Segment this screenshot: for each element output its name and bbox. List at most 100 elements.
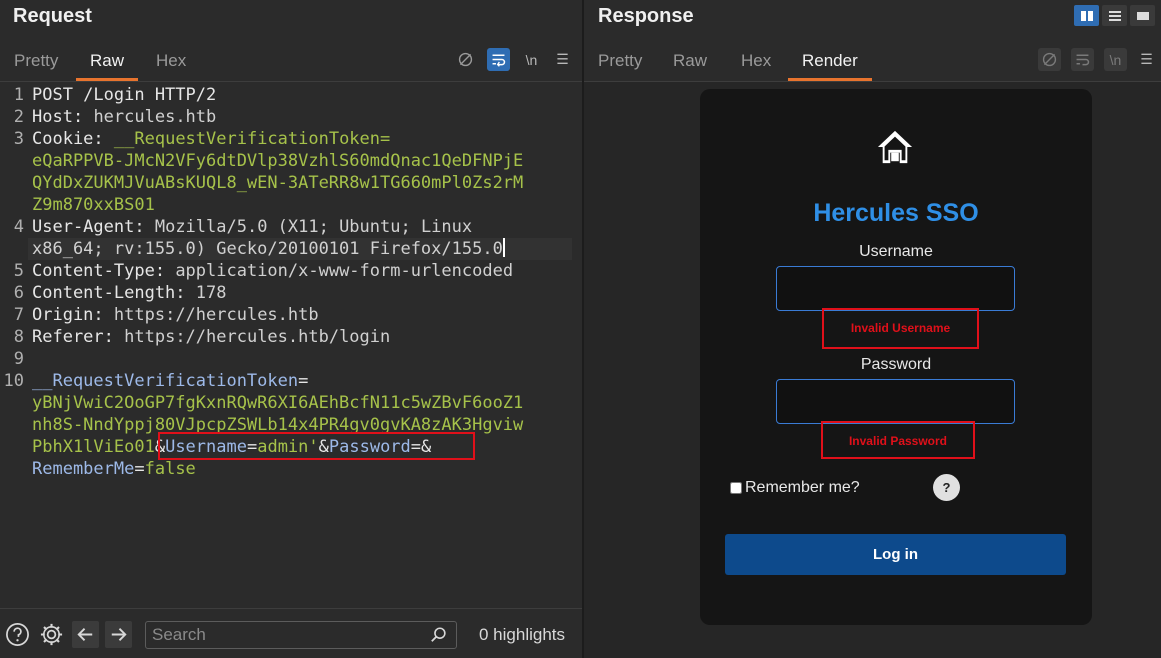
menu-icon[interactable]: ☰ bbox=[1135, 48, 1158, 71]
hide-nonprintable-icon[interactable] bbox=[1038, 48, 1061, 71]
tab-pretty[interactable]: Pretty bbox=[0, 40, 72, 81]
login-button[interactable]: Log in bbox=[725, 534, 1066, 575]
menu-icon[interactable]: ☰ bbox=[551, 48, 574, 71]
tab-raw[interactable]: Raw bbox=[76, 40, 139, 81]
help-tooltip-button[interactable]: ? bbox=[933, 474, 960, 501]
header-value: application/x-www-form-urlencoded bbox=[175, 261, 514, 281]
header-separator: : bbox=[134, 217, 155, 237]
editor-line: 10 __RequestVerificationToken= bbox=[0, 370, 582, 392]
header-name: Host bbox=[32, 107, 73, 127]
editor-line: 8 Referer: https://hercules.htb/login bbox=[0, 326, 582, 348]
settings-gear-icon[interactable] bbox=[38, 621, 65, 648]
param-equals: = bbox=[298, 371, 309, 391]
cookie-value: Z9m870xxBS01 bbox=[32, 195, 155, 215]
param-value: yBNjVwiC2OoGP7fgKxnRQwR6XI6AEhBcfN11c5wZ… bbox=[32, 393, 524, 413]
line-number: 5 bbox=[13, 261, 24, 281]
line-number: 3 bbox=[13, 129, 24, 149]
help-icon[interactable] bbox=[4, 621, 31, 648]
editor-line: 6 Content-Length: 178 bbox=[0, 282, 582, 304]
tab-raw[interactable]: Raw bbox=[659, 40, 721, 81]
highlights-count: 0 highlights bbox=[479, 625, 566, 644]
line-number: 6 bbox=[13, 283, 24, 303]
tab-hex[interactable]: Hex bbox=[727, 40, 785, 81]
editor-line: 1 POST /Login HTTP/2 bbox=[0, 84, 582, 106]
line-number: 10 bbox=[3, 371, 24, 391]
sso-title: Hercules SSO bbox=[813, 199, 979, 227]
raw-request-editor[interactable]: 1 POST /Login HTTP/2 2 Host: hercules.ht… bbox=[0, 82, 582, 608]
line-number: 9 bbox=[13, 349, 24, 369]
cookie-value: eQaRPPVB-JMcN2VFy6dtDVlp38VzhlS60mdQnac1… bbox=[32, 151, 524, 171]
header-name: Content-Type bbox=[32, 261, 155, 281]
layout-switcher bbox=[1074, 5, 1155, 26]
search-input[interactable] bbox=[146, 622, 416, 648]
param-value: PbhX1lViEo01 bbox=[32, 437, 155, 457]
header-separator: : bbox=[72, 107, 94, 127]
layout-side-by-side-icon[interactable] bbox=[1074, 5, 1099, 26]
response-pane: Response Pretty Raw Hex Render \n ☰ Herc… bbox=[584, 0, 1161, 658]
header-value: https://hercules.htb/login bbox=[124, 327, 391, 347]
previous-arrow-icon[interactable] bbox=[72, 621, 99, 648]
header-value: https://hercules.htb bbox=[113, 305, 319, 325]
username-error: Invalid Username bbox=[822, 308, 979, 349]
line-number: 4 bbox=[13, 217, 24, 237]
line-number: 7 bbox=[13, 305, 24, 325]
header-separator: : bbox=[93, 305, 114, 325]
request-line: POST /Login HTTP/2 bbox=[32, 85, 217, 105]
header-name: User-Agent bbox=[32, 217, 135, 237]
header-separator: : bbox=[154, 261, 176, 281]
editor-line: 7 Origin: https://hercules.htb bbox=[0, 304, 582, 326]
text-caret bbox=[502, 238, 505, 257]
editor-line: yBNjVwiC2OoGP7fgKxnRQwR6XI6AEhBcfN11c5wZ… bbox=[0, 392, 582, 414]
header-value: hercules.htb bbox=[93, 107, 217, 127]
password-error: Invalid Password bbox=[821, 421, 975, 459]
show-newlines-button[interactable]: \n bbox=[1104, 48, 1127, 71]
param-equals: = bbox=[134, 459, 145, 479]
header-name: Referer bbox=[32, 327, 104, 347]
response-title: Response bbox=[598, 5, 694, 27]
remember-me-label: Remember me? bbox=[745, 479, 860, 496]
next-arrow-icon[interactable] bbox=[105, 621, 132, 648]
tab-pretty[interactable]: Pretty bbox=[584, 40, 656, 81]
param-value-remember: false bbox=[144, 459, 196, 479]
request-pane: Request Pretty Raw Hex \n ☰ 1 POST /Logi… bbox=[0, 0, 582, 658]
login-card: Hercules SSO Username Invalid Username P… bbox=[700, 89, 1092, 625]
editor-line: 4 User-Agent: Mozilla/5.0 (X11; Ubuntu; … bbox=[0, 216, 582, 238]
home-icon bbox=[877, 130, 913, 164]
tab-render[interactable]: Render bbox=[788, 40, 872, 81]
header-name: Origin bbox=[32, 305, 94, 325]
cookie-name: __RequestVerificationToken= bbox=[113, 129, 391, 149]
param-name: __RequestVerificationToken bbox=[32, 371, 299, 391]
editor-line: RememberMe=false bbox=[0, 458, 582, 480]
editor-line: 5 Content-Type: application/x-www-form-u… bbox=[0, 260, 582, 282]
header-separator: : bbox=[93, 129, 114, 149]
editor-line: 3 Cookie: __RequestVerificationToken= bbox=[0, 128, 582, 150]
header-separator: : bbox=[175, 283, 196, 303]
username-input[interactable] bbox=[776, 266, 1015, 311]
search-bar: 0 highlights bbox=[0, 608, 582, 658]
editor-line: 2 Host: hercules.htb bbox=[0, 106, 582, 128]
password-input[interactable] bbox=[776, 379, 1015, 424]
param-name-remember: RememberMe bbox=[32, 459, 135, 479]
password-label: Password bbox=[860, 356, 932, 373]
layout-tabs-icon[interactable] bbox=[1130, 5, 1155, 26]
search-field bbox=[145, 621, 457, 649]
remember-me-checkbox[interactable] bbox=[730, 482, 742, 494]
editor-line: QYdDxZUKMJVuABsKUQL8_wEN-3ATeRR8w1TG660m… bbox=[0, 172, 582, 194]
header-value: Mozilla/5.0 (X11; Ubuntu; Linux bbox=[154, 217, 473, 237]
show-newlines-button[interactable]: \n bbox=[520, 48, 543, 71]
header-name: Content-Length bbox=[32, 283, 176, 303]
line-number: 8 bbox=[13, 327, 24, 347]
editor-line: x86_64; rv:155.0) Gecko/20100101 Firefox… bbox=[0, 238, 582, 260]
word-wrap-icon[interactable] bbox=[487, 48, 510, 71]
editor-line: 9 bbox=[0, 348, 582, 370]
header-separator: : bbox=[103, 327, 125, 347]
word-wrap-icon[interactable] bbox=[1071, 48, 1094, 71]
search-icon bbox=[431, 627, 446, 642]
line-number: 1 bbox=[13, 85, 24, 105]
tab-hex[interactable]: Hex bbox=[142, 40, 200, 81]
hide-nonprintable-icon[interactable] bbox=[454, 48, 477, 71]
editor-line: Z9m870xxBS01 bbox=[0, 194, 582, 216]
layout-stacked-icon[interactable] bbox=[1102, 5, 1127, 26]
remember-me[interactable]: Remember me? bbox=[730, 479, 860, 497]
rendered-response: Hercules SSO Username Invalid Username P… bbox=[584, 82, 1161, 658]
